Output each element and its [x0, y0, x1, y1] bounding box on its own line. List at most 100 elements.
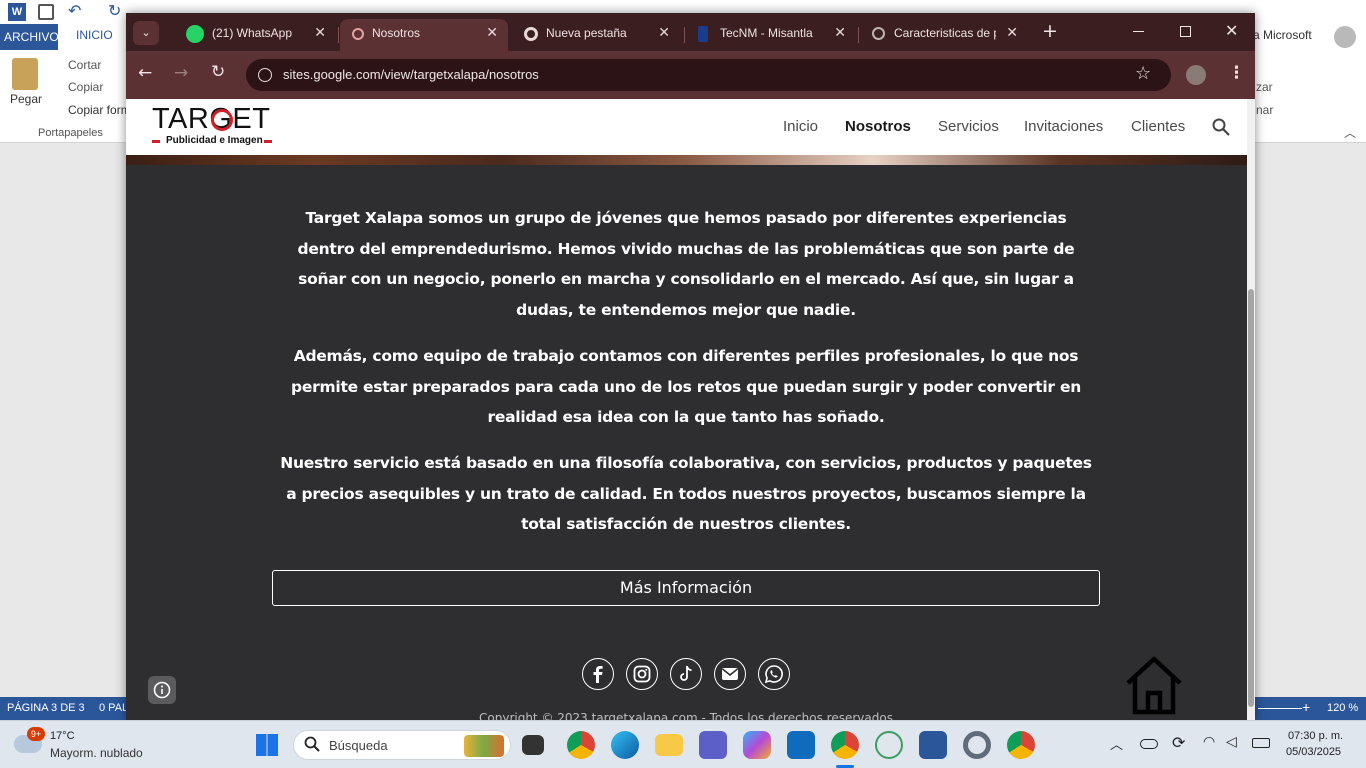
nav-inicio[interactable]: Inicio [783, 118, 818, 135]
facebook-icon[interactable] [582, 658, 614, 690]
search-icon [304, 736, 320, 755]
teams-icon[interactable] [699, 731, 727, 759]
tiktok-icon[interactable] [670, 658, 702, 690]
site-logo[interactable]: TARGET Publicidad e Imagen [152, 103, 276, 151]
collapse-ribbon-icon[interactable]: ︿ [1344, 124, 1356, 141]
atom-icon[interactable] [875, 731, 903, 759]
tab-divider [684, 27, 685, 43]
tab-divider [338, 27, 339, 43]
new-tab-icon[interactable]: + [1042, 20, 1058, 42]
nav-servicios[interactable]: Servicios [938, 118, 999, 135]
copyright-text: Copyright © 2023 targetxalapa.com - Todo… [479, 711, 893, 720]
minimize-icon[interactable] [1133, 31, 1144, 32]
tab-whatsapp[interactable]: (21) WhatsApp ✕ [166, 19, 336, 51]
reload-icon[interactable]: ↻ [211, 62, 225, 82]
url-text[interactable]: sites.google.com/view/targetxalapa/nosot… [283, 67, 539, 82]
instagram-icon[interactable] [626, 658, 658, 690]
redo-icon[interactable]: ↻ [108, 1, 121, 20]
file-explorer-icon[interactable] [655, 734, 683, 756]
whatsapp-icon[interactable] [758, 658, 790, 690]
nav-invitaciones[interactable]: Invitaciones [1024, 118, 1103, 135]
zoom-in-icon[interactable]: + [1302, 699, 1310, 715]
bookmark-star-icon[interactable]: ☆ [1135, 63, 1151, 84]
nav-nosotros[interactable]: Nosotros [845, 118, 911, 135]
start-icon[interactable] [256, 734, 278, 756]
clock-time[interactable]: 07:30 p. m. [1288, 730, 1343, 742]
search-icon[interactable] [1212, 118, 1230, 139]
close-tab-icon[interactable]: ✕ [1006, 24, 1018, 41]
tab-title: Nosotros [372, 26, 421, 40]
show-hidden-icons[interactable]: ︿ [1110, 734, 1123, 753]
paste-icon[interactable] [12, 58, 38, 90]
address-bar[interactable]: sites.google.com/view/targetxalapa/nosot… [246, 59, 1171, 91]
tab-title: (21) WhatsApp [212, 26, 293, 40]
ribbon-right-item-2[interactable]: nar [1256, 103, 1273, 117]
page-scrollbar[interactable] [1247, 99, 1255, 720]
close-tab-icon[interactable]: ✕ [314, 24, 326, 41]
account-name[interactable]: a Microsoft [1253, 28, 1312, 42]
weather-temp[interactable]: 17°C [50, 730, 75, 742]
tab-file[interactable]: ARCHIVO [0, 24, 59, 50]
volume-icon[interactable]: ◁ [1226, 734, 1237, 750]
edge-icon[interactable] [611, 731, 639, 759]
weather-description[interactable]: Mayorm. nublado [50, 746, 143, 760]
target-logo-icon [211, 109, 233, 131]
wifi-icon[interactable]: ◠ [1203, 734, 1215, 750]
tab-search-button[interactable]: ⌄ [133, 21, 159, 45]
format-painter-button[interactable]: Copiar form [68, 103, 131, 117]
avatar[interactable] [1334, 26, 1356, 48]
zoom-level[interactable]: 120 % [1327, 702, 1358, 714]
about-paragraph-1: Target Xalapa somos un grupo de jóvenes … [297, 209, 1075, 319]
tab-nosotros[interactable]: Nosotros ✕ [340, 19, 508, 51]
tab-title: Nueva pestaña [546, 26, 627, 40]
tab-caracteristicas[interactable]: Caracteristicas de p ✕ [860, 19, 1028, 51]
profile-avatar[interactable] [1186, 65, 1206, 85]
word-count[interactable]: 0 PAL [99, 702, 128, 714]
scrollbar-thumb[interactable] [1248, 289, 1254, 707]
maximize-icon[interactable] [1180, 26, 1191, 37]
tab-title: TecNM - Misantla [720, 26, 813, 40]
menu-icon[interactable]: ⋮ [1228, 63, 1245, 83]
task-view-icon[interactable] [522, 735, 544, 755]
chrome-icon [524, 27, 538, 41]
home-icon[interactable] [1122, 651, 1186, 718]
onedrive-icon[interactable] [1140, 739, 1158, 749]
save-icon[interactable] [38, 4, 54, 20]
close-tab-icon[interactable]: ✕ [658, 24, 670, 41]
tab-home[interactable]: INICIO [76, 28, 113, 42]
back-icon[interactable]: ← [138, 63, 152, 83]
clipboard-group-label: Portapapeles [38, 127, 103, 139]
copilot-icon[interactable] [743, 731, 771, 759]
sync-icon[interactable]: ⟳ [1172, 733, 1185, 752]
close-window-icon[interactable]: ✕ [1225, 21, 1238, 40]
chrome-taskbar-icon[interactable] [567, 731, 595, 759]
undo-icon[interactable]: ↶ [68, 1, 81, 20]
tab-tecnm[interactable]: TecNM - Misantla ✕ [686, 19, 856, 51]
nav-clientes[interactable]: Clientes [1131, 118, 1185, 135]
chrome-profile-icon[interactable] [1007, 731, 1035, 759]
close-tab-icon[interactable]: ✕ [486, 24, 498, 41]
tab-new-tab[interactable]: Nueva pestaña ✕ [510, 19, 680, 51]
store-icon[interactable] [787, 731, 815, 759]
taskbar-search[interactable]: Búsqueda [293, 730, 511, 760]
word-taskbar-icon[interactable] [919, 731, 947, 759]
clock-date[interactable]: 05/03/2025 [1286, 746, 1341, 758]
paste-button[interactable]: Pegar [10, 92, 42, 106]
site-info-button[interactable] [148, 676, 176, 704]
zoom-slider[interactable] [1258, 708, 1302, 709]
logo-underline [152, 140, 160, 143]
mail-icon[interactable] [714, 658, 746, 690]
copy-button[interactable]: Copiar [68, 80, 103, 94]
globe-icon [872, 27, 885, 40]
settings-icon[interactable] [963, 731, 991, 759]
battery-icon[interactable] [1252, 738, 1270, 748]
close-tab-icon[interactable]: ✕ [834, 24, 846, 41]
chrome-active-icon[interactable] [831, 731, 859, 759]
forward-icon[interactable]: → [174, 63, 188, 83]
cut-button[interactable]: Cortar [68, 58, 101, 72]
hero-image-edge [126, 155, 1247, 165]
site-info-icon[interactable] [258, 68, 272, 82]
ribbon-right-item-1[interactable]: zar [1256, 80, 1273, 94]
more-info-button[interactable]: Más Información [272, 570, 1100, 606]
page-count[interactable]: PÁGINA 3 DE 3 [7, 702, 85, 714]
